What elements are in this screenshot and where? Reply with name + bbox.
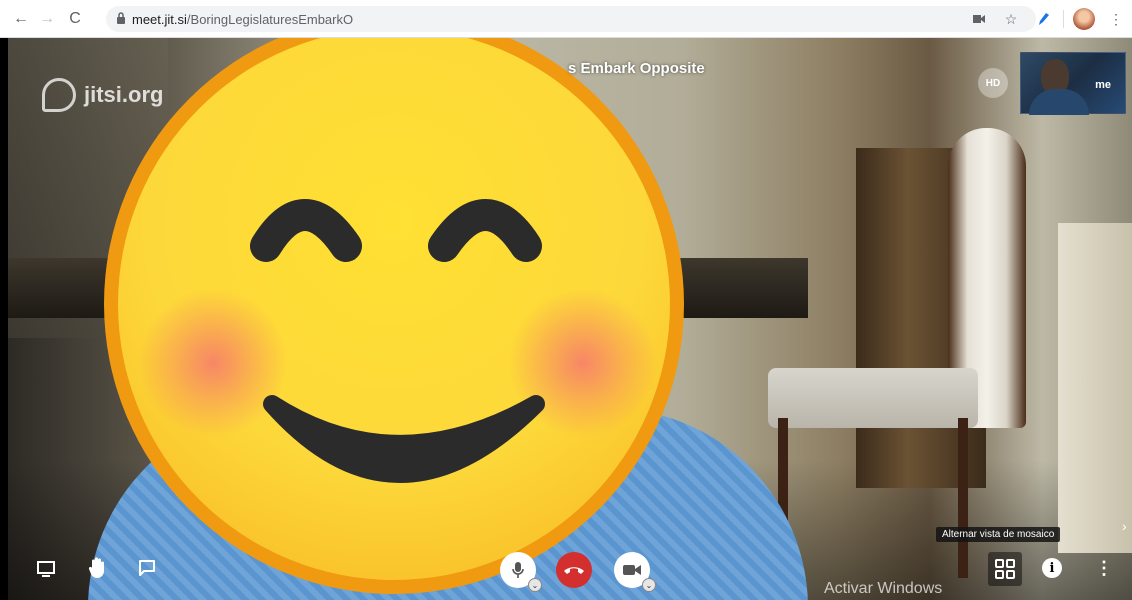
url-path: /BoringLegislaturesEmbarkO xyxy=(186,11,354,27)
screen-share-button[interactable] xyxy=(34,557,58,581)
video-quality-badge[interactable]: HD xyxy=(978,68,1008,98)
reload-button[interactable]: C xyxy=(62,6,88,32)
microphone-icon xyxy=(512,562,524,578)
filmstrip-toggle-icon[interactable]: › xyxy=(1122,518,1127,534)
jitsi-logo-text: jitsi.org xyxy=(84,82,164,107)
info-button[interactable]: i xyxy=(1042,558,1062,578)
extension-icon[interactable] xyxy=(1031,7,1055,31)
video-camera-icon xyxy=(623,565,641,575)
raise-hand-button[interactable] xyxy=(86,555,110,581)
tile-grid-icon xyxy=(995,559,1015,579)
local-participant-body xyxy=(1029,89,1089,115)
profile-avatar[interactable] xyxy=(1072,7,1096,31)
local-participant-label: me xyxy=(1095,79,1111,91)
meeting-title: s Embark Opposite xyxy=(568,60,705,77)
local-video-thumbnail[interactable]: me xyxy=(1020,52,1126,115)
background-shelf xyxy=(1058,223,1132,553)
jitsi-watermark[interactable]: jitsi.org xyxy=(42,78,163,112)
info-icon: i xyxy=(1049,560,1055,576)
camera-indicator-icon[interactable] xyxy=(967,7,991,31)
chat-icon xyxy=(139,560,155,576)
phone-hangup-icon xyxy=(564,567,584,574)
hangup-button[interactable] xyxy=(556,552,592,588)
tile-view-button[interactable] xyxy=(988,552,1022,586)
chevron-down-icon[interactable]: ⌄ xyxy=(528,578,542,592)
more-options-button[interactable]: ⋮ xyxy=(1094,556,1114,580)
meeting-toolbar: ⌄ ⌄ i ⋮ xyxy=(8,540,1132,600)
browser-toolbar: ← → C meet.jit.si /BoringLegislaturesEmb… xyxy=(0,0,1132,38)
desktop-icon xyxy=(37,561,55,577)
forward-button[interactable]: → xyxy=(34,6,60,32)
lock-icon xyxy=(116,11,132,27)
browser-menu-icon[interactable]: ⋮ xyxy=(1104,7,1128,31)
microphone-button[interactable]: ⌄ xyxy=(500,552,542,592)
address-bar[interactable]: meet.jit.si /BoringLegislaturesEmbarkO xyxy=(106,6,1036,32)
bookmark-star-icon[interactable]: ☆ xyxy=(999,7,1023,31)
toolbar-divider xyxy=(1063,10,1064,28)
video-stage[interactable]: jitsi.org s Embark Opposite HD me xyxy=(8,38,1132,600)
camera-button[interactable]: ⌄ xyxy=(614,552,656,592)
back-button[interactable]: ← xyxy=(8,6,34,32)
smiling-emoji-overlay xyxy=(104,38,684,594)
windows-activation-watermark: Activar Windows xyxy=(824,580,943,597)
chevron-down-icon[interactable]: ⌄ xyxy=(642,578,656,592)
chat-button[interactable] xyxy=(136,557,158,579)
url-host: meet.jit.si xyxy=(132,11,187,27)
jitsi-logo-icon xyxy=(42,78,76,112)
more-vertical-icon: ⋮ xyxy=(1095,557,1113,578)
hand-icon xyxy=(88,557,104,578)
emoji-features xyxy=(250,199,545,483)
background-chair-seat xyxy=(768,368,978,428)
